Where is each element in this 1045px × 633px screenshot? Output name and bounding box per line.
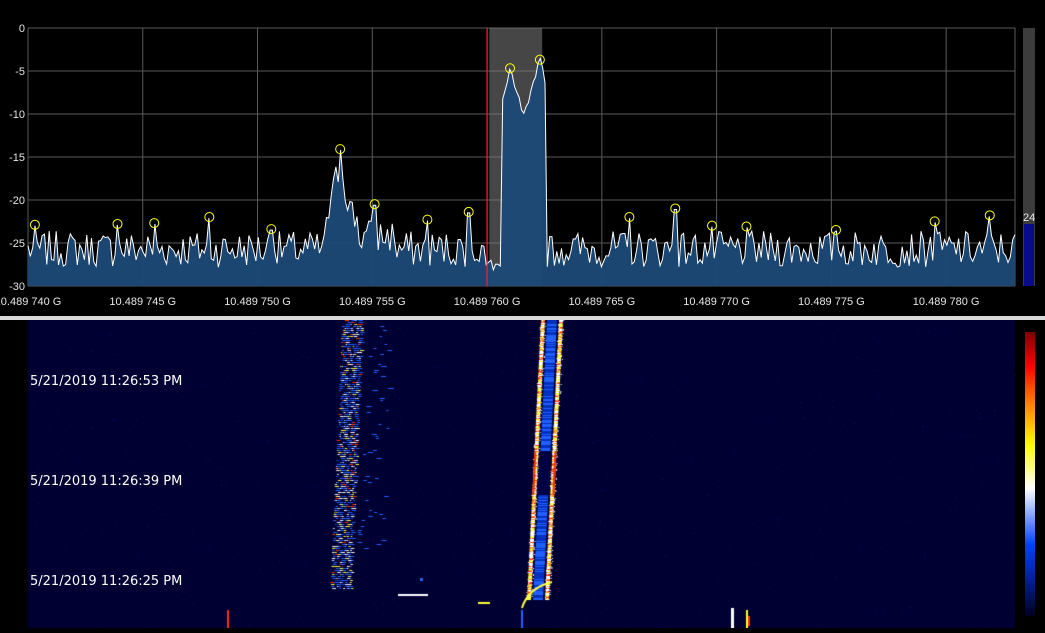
spectrum-panel[interactable]: 0 -5 -10 -15 -20 -25 -30 10.489 740 G 10.489 74… [0, 0, 1045, 316]
x-tick-label: 10.489 770 G [683, 296, 750, 308]
colormap-scale [1025, 332, 1035, 616]
x-tick-label: 10.489 750 G [224, 296, 291, 308]
level-meter-value: 24 [1023, 212, 1035, 224]
waterfall-panel[interactable]: 5/21/2019 11:26:53 PM 5/21/2019 11:26:39… [0, 320, 1045, 628]
y-tick-label: -10 [9, 109, 25, 121]
level-meter: 24 [1023, 28, 1035, 286]
y-tick-label: -5 [15, 66, 25, 78]
x-tick-label: 10.489 780 G [913, 296, 980, 308]
x-tick-label: 10.489 765 G [569, 296, 636, 308]
y-tick-label: -30 [9, 281, 25, 293]
y-tick-label: -15 [9, 152, 25, 164]
y-tick-label: -25 [9, 238, 25, 250]
x-axis: 10.489 740 G 10.489 745 G 10.489 750 G 10.4… [0, 296, 979, 308]
waterfall-overlay [1025, 332, 1035, 616]
x-tick-label: 10.489 760 G [454, 296, 521, 308]
x-tick-label: 10.489 755 G [339, 296, 406, 308]
x-tick-label: 10.489 740 G [0, 296, 61, 308]
spectrum-plot[interactable]: 0-5-10-15-20-25-30 10.489 740 G 10.489 74… [0, 0, 1045, 316]
y-axis: 0 -5 -10 -15 -20 -25 -30 [9, 23, 25, 293]
x-tick-label: 10.489 745 G [109, 296, 176, 308]
level-meter-bar [1024, 224, 1034, 286]
y-tick-label: -20 [9, 195, 25, 207]
y-tick-label: 0 [19, 23, 25, 35]
x-tick-label: 10.489 775 G [798, 296, 865, 308]
